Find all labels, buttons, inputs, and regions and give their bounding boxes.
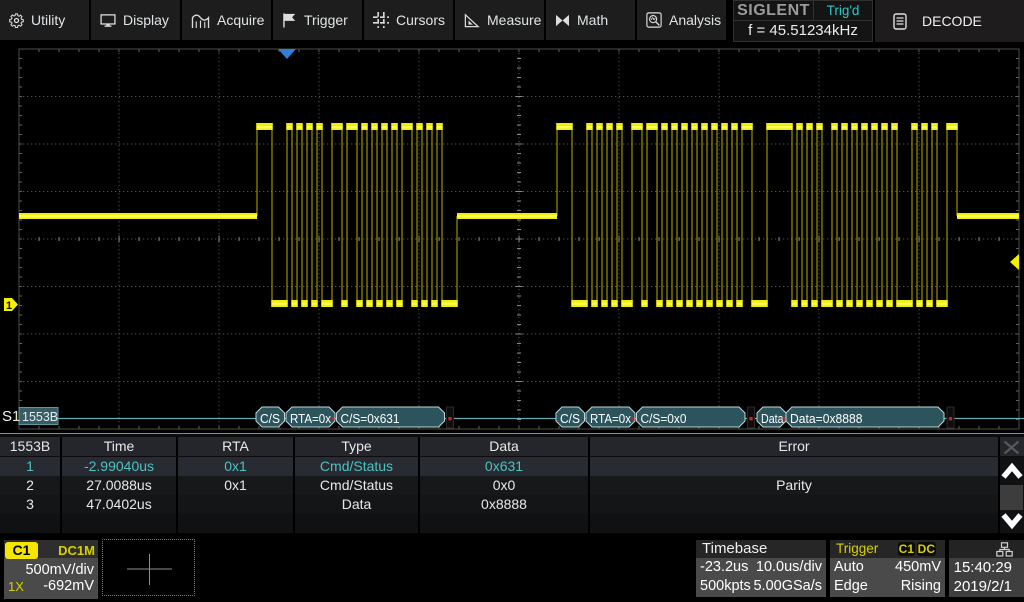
- svg-text:C/S: C/S: [260, 411, 280, 426]
- svg-text:RTA=0x: RTA=0x: [290, 411, 331, 426]
- svg-text:S1: S1: [2, 408, 20, 425]
- svg-text:1: 1: [6, 300, 12, 312]
- svg-text:C/S=0x631: C/S=0x631: [341, 411, 400, 426]
- svg-text:RTA=0x: RTA=0x: [590, 411, 631, 426]
- svg-text:C/S=0x0: C/S=0x0: [641, 411, 687, 426]
- svg-text:C/S: C/S: [560, 411, 580, 426]
- svg-text:Data: Data: [761, 411, 784, 426]
- svg-text:1553B: 1553B: [22, 410, 58, 424]
- svg-text:Data=0x8888: Data=0x8888: [790, 411, 863, 426]
